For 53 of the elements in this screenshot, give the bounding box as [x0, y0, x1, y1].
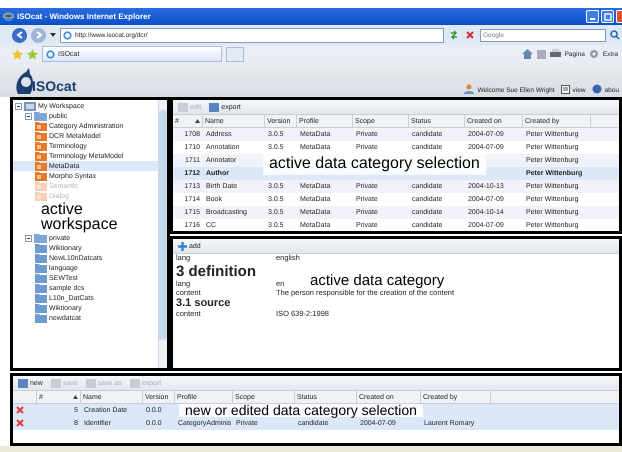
minimize-button[interactable]: [586, 10, 599, 23]
maximize-button[interactable]: [601, 10, 614, 23]
search-icon[interactable]: [610, 30, 620, 40]
folder-icon: [35, 181, 47, 191]
folder-icon: [35, 151, 47, 161]
folder-icon: [35, 141, 47, 151]
logo-icon: [14, 68, 34, 94]
folder-icon: [35, 293, 47, 303]
section-heading: 3 definition: [176, 262, 256, 280]
sort-icon: [195, 119, 200, 123]
folder-icon: [35, 191, 47, 201]
collapse-icon[interactable]: [25, 234, 32, 242]
dropdown-icon[interactable]: [50, 33, 56, 37]
plus-icon: [178, 242, 187, 250]
folder-icon: [35, 313, 47, 323]
print-icon[interactable]: [550, 49, 561, 59]
stop-icon[interactable]: [464, 29, 476, 41]
workspace-icon: [24, 101, 36, 111]
folder-icon: [35, 243, 47, 253]
folder-icon: [35, 171, 47, 181]
folder-icon: [35, 283, 47, 293]
callout-tooltip: active data category selection: [263, 153, 486, 175]
app-logo: ISOcat: [32, 78, 76, 94]
folder-icon: [35, 303, 47, 313]
scrollbar[interactable]: [158, 100, 167, 368]
folder-icon: [35, 253, 47, 263]
callout-tooltip: new or edited data category selection: [179, 404, 423, 417]
folder-icon: [35, 273, 47, 283]
collapse-icon[interactable]: [25, 112, 32, 120]
globe-icon: [3, 11, 14, 22]
section-heading: 3.1 source: [176, 297, 230, 310]
folder-icon: [35, 161, 47, 171]
delete-icon[interactable]: [16, 418, 24, 426]
collapse-icon[interactable]: [15, 102, 22, 110]
user-icon: [464, 84, 474, 94]
folder-icon: [34, 233, 47, 243]
refresh-icon[interactable]: [448, 29, 460, 41]
maximize-icon: [604, 12, 612, 20]
close-button[interactable]: [616, 10, 622, 23]
home-icon[interactable]: [522, 49, 533, 59]
window-title: ISOcat - Windows Internet Explorer: [17, 12, 151, 21]
folder-icon: [35, 131, 47, 141]
delete-icon[interactable]: [16, 406, 24, 414]
back-button[interactable]: [12, 28, 27, 42]
globe-icon: [63, 30, 72, 40]
star-icon[interactable]: [12, 48, 23, 60]
callout-label: active data category: [309, 274, 446, 288]
view-icon: [560, 85, 570, 94]
folder-icon: [35, 121, 47, 131]
folder-icon: [34, 111, 47, 121]
folder-icon: [35, 263, 47, 273]
sort-icon: [73, 395, 78, 399]
globe-icon: [46, 50, 55, 58]
